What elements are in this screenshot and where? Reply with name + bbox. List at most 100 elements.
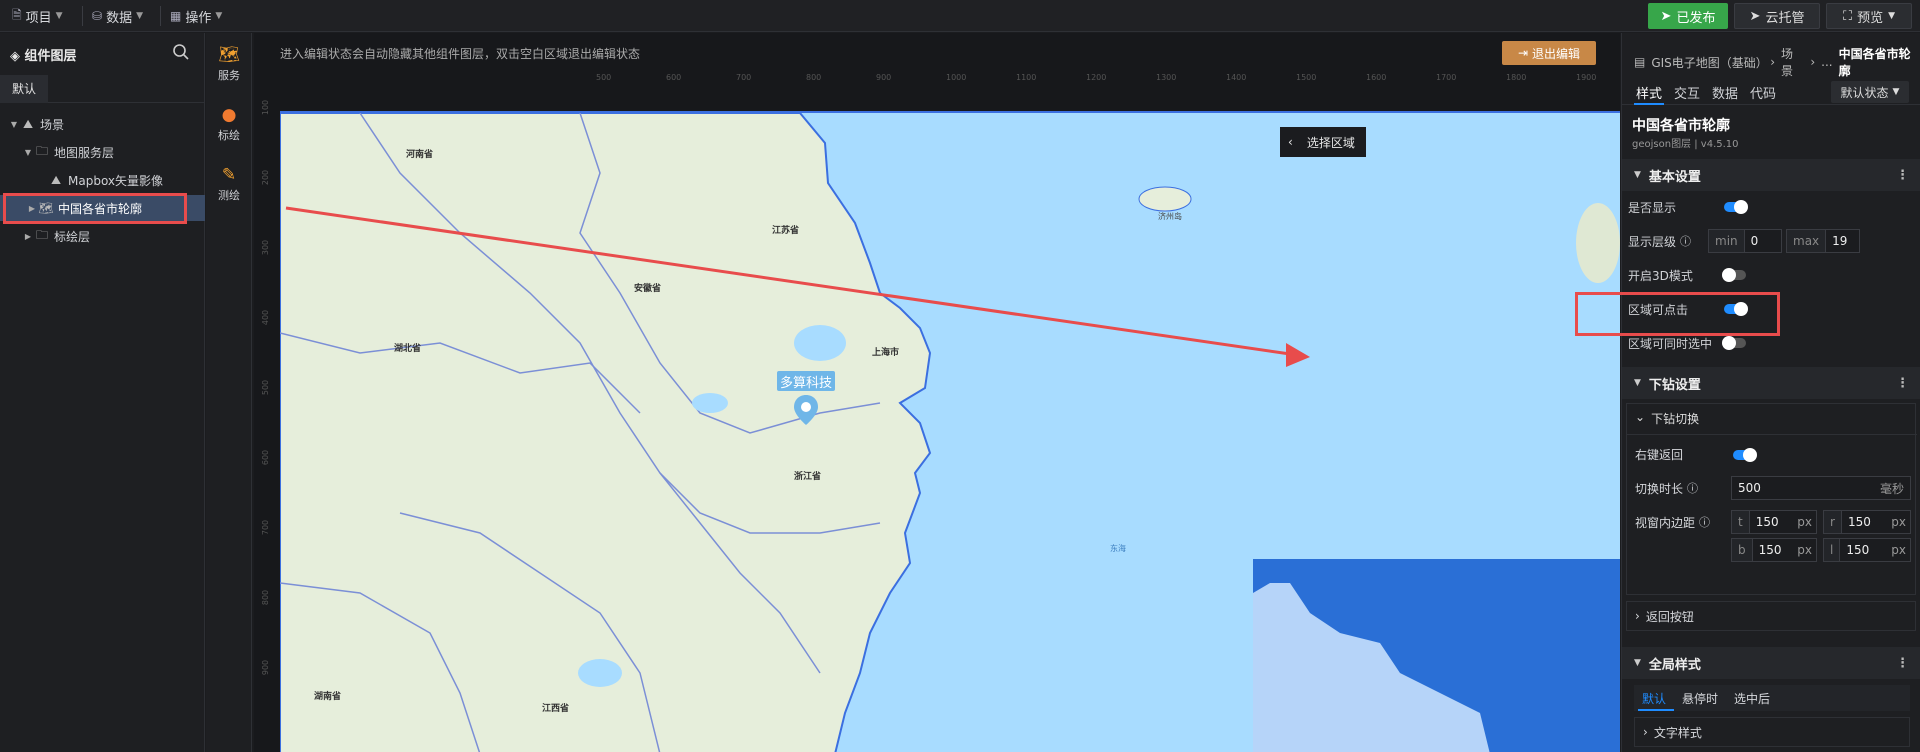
place-label: 湖南省 xyxy=(314,692,342,702)
padding-bottom-input[interactable]: b 150 px xyxy=(1731,538,1817,562)
place-label: 济州岛 xyxy=(1158,212,1182,221)
menu-operations[interactable]: ▦ 操作 ▼ xyxy=(164,4,228,28)
ruler-tick-label: 600 xyxy=(666,73,682,82)
menu-data[interactable]: ⛁ 数据 ▼ xyxy=(86,4,149,28)
tab-style[interactable]: 样式 xyxy=(1636,83,1662,102)
tab-data[interactable]: 数据 xyxy=(1712,83,1738,102)
state-select[interactable]: 默认状态 ▼ xyxy=(1831,81,1909,103)
help-icon[interactable]: ⓘ xyxy=(1699,514,1710,531)
map-graphic xyxy=(280,113,1620,752)
exit-icon: ⇥ xyxy=(1517,46,1529,60)
back-button-group[interactable]: › 返回按钮 xyxy=(1626,601,1916,631)
chevron-right-icon: › xyxy=(1635,609,1640,623)
database-icon: ⛁ xyxy=(92,9,103,23)
tab-default[interactable]: 默认 xyxy=(0,75,48,103)
tab-code[interactable]: 代码 xyxy=(1750,83,1776,102)
padding-top-input[interactable]: t 150 px xyxy=(1731,510,1817,534)
properties-panel: ▤ GIS电子地图（基础） › 场景 › ... 中国各省市轮廓 样式 交互 数… xyxy=(1621,33,1920,752)
ruler-tick-label: 1800 xyxy=(1506,73,1527,82)
tab-interaction[interactable]: 交互 xyxy=(1674,83,1700,102)
marker-label[interactable]: 多算科技 xyxy=(777,371,835,391)
plot-tool[interactable]: ● 标绘 xyxy=(206,105,252,143)
drill-switch-header[interactable]: ⌄ 下钻切换 xyxy=(1635,410,1699,427)
tree-item-mapbox[interactable]: ⛰ Mapbox矢量影像 xyxy=(0,167,205,193)
tab-default-style[interactable]: 默认 xyxy=(1642,690,1666,707)
more-icon[interactable]: ⋮ xyxy=(1896,376,1909,391)
fullscreen-icon: ⛶ xyxy=(1842,8,1853,24)
section-global-style[interactable]: ▼ 全局样式 ⋮ xyxy=(1622,647,1920,679)
grid-icon: ▦ xyxy=(170,9,182,23)
folder-icon: 🗀 xyxy=(35,227,48,242)
caret-right-icon[interactable]: ▶ xyxy=(22,232,34,241)
publish-button[interactable]: ➤ 已发布 xyxy=(1648,3,1728,29)
menu-project[interactable]: 🗎 项目 ▼ xyxy=(6,4,69,28)
exit-edit-button[interactable]: ⇥ 退出编辑 xyxy=(1502,41,1596,65)
map-service-icon: 🗺 xyxy=(218,45,240,65)
section-drill[interactable]: ▼ 下钻设置 ⋮ xyxy=(1622,367,1920,399)
location-pin-icon[interactable] xyxy=(794,395,818,425)
divider xyxy=(82,6,83,26)
service-tool[interactable]: 🗺 服务 xyxy=(206,45,252,83)
chevron-left-icon[interactable]: ‹ xyxy=(1288,135,1293,149)
zoom-row: 显示层级 ⓘ xyxy=(1628,233,1692,249)
more-icon[interactable]: ⋮ xyxy=(1896,168,1909,183)
min-zoom-input[interactable]: min 0 xyxy=(1708,229,1782,253)
tree-item-map-service[interactable]: ▼ 🗀 地图服务层 xyxy=(0,139,205,165)
editor-canvas[interactable]: 进入编辑状态会自动隐藏其他组件图层，双击空白区域退出编辑状态 ⇥ 退出编辑 50… xyxy=(254,33,1620,752)
right-back-toggle[interactable] xyxy=(1733,448,1757,462)
ruler-tick-label: 600 xyxy=(261,449,271,466)
ruler-tick-label: 500 xyxy=(261,379,271,396)
tree-item-plot-layer[interactable]: ▶ 🗀 标绘层 xyxy=(0,223,205,249)
padding-left-input[interactable]: l 150 px xyxy=(1823,538,1911,562)
map-view[interactable]: 河南省 江苏省 安徽省 湖北省 上海市 浙江省 湖南省 江西省 济州岛 东海 多… xyxy=(280,111,1620,752)
tab-selected-style[interactable]: 选中后 xyxy=(1734,690,1770,707)
property-tabs: 样式 交互 数据 代码 默认状态 ▼ xyxy=(1622,77,1920,105)
right-back-label: 右键返回 xyxy=(1635,448,1684,462)
caret-down-icon[interactable]: ▼ xyxy=(8,120,20,129)
panel-title: ◈ 组件图层 xyxy=(10,49,77,64)
max-zoom-input[interactable]: max 19 xyxy=(1786,229,1860,253)
duration-row: 切换时长 ⓘ xyxy=(1635,480,1699,497)
show-toggle[interactable] xyxy=(1724,200,1748,214)
layers-panel: ◈ 组件图层 默认 ▼ ⛰ 场景 ▼ 🗀 地图服务层 ⛰ Mapbox矢量影像 … xyxy=(0,33,205,752)
ruler-tick-label: 200 xyxy=(261,169,271,186)
search-icon[interactable] xyxy=(172,43,190,61)
padding-right-input[interactable]: r 150 px xyxy=(1823,510,1911,534)
ruler-tick-label: 800 xyxy=(806,73,822,82)
edit-hint: 进入编辑状态会自动隐藏其他组件图层，双击空白区域退出编辑状态 xyxy=(280,47,641,61)
mode3d-toggle[interactable] xyxy=(1722,268,1746,282)
help-icon[interactable]: ⓘ xyxy=(1680,233,1691,249)
help-icon[interactable]: ⓘ xyxy=(1687,480,1698,497)
chevron-down-icon: ▼ xyxy=(1892,87,1900,97)
place-label: 上海市 xyxy=(872,348,900,358)
show-row: 是否显示 xyxy=(1628,200,1677,215)
preview-button[interactable]: ⛶ 预览 ▼ xyxy=(1826,3,1912,29)
ruler-tick-label: 1900 xyxy=(1576,73,1597,82)
ruler-tick-label: 400 xyxy=(261,309,271,326)
ruler-tick-label: 300 xyxy=(261,239,271,256)
caret-down-icon: ▼ xyxy=(1634,378,1641,388)
caret-down-icon: ▼ xyxy=(1634,658,1641,668)
text-style-group[interactable]: › 文字样式 xyxy=(1634,717,1910,747)
ruler-tick-label: 800 xyxy=(261,589,271,606)
section-basic[interactable]: ▼ 基本设置 ⋮ xyxy=(1622,159,1920,191)
survey-tool[interactable]: ✎ 测绘 xyxy=(206,165,252,203)
cloud-hosting-button[interactable]: ➤ 云托管 xyxy=(1734,3,1820,29)
chevron-down-icon: ▼ xyxy=(136,11,143,21)
duration-input[interactable]: 500 毫秒 xyxy=(1731,476,1911,500)
style-state-tabs: 默认 悬停时 选中后 xyxy=(1634,685,1910,711)
ruler-tick-label: 1700 xyxy=(1436,73,1457,82)
tree-item-scene[interactable]: ▼ ⛰ 场景 xyxy=(0,111,205,137)
place-label: 湖北省 xyxy=(394,344,422,354)
chevron-down-icon: ▼ xyxy=(1888,11,1896,21)
multi-select-toggle[interactable] xyxy=(1722,336,1746,350)
chevron-down-icon: ⌄ xyxy=(1635,410,1646,424)
tool-column: 🗺 服务 ● 标绘 ✎ 测绘 xyxy=(206,33,252,752)
tab-hover-style[interactable]: 悬停时 xyxy=(1682,690,1718,707)
layers-icon: ◈ xyxy=(10,49,20,64)
caret-down-icon[interactable]: ▼ xyxy=(22,148,34,157)
ruler-tick-label: 1400 xyxy=(1226,73,1247,82)
more-icon[interactable]: ⋮ xyxy=(1896,656,1909,671)
place-label: 安徽省 xyxy=(634,284,662,294)
select-region-control[interactable]: ‹ 选择区域 xyxy=(1280,127,1366,157)
